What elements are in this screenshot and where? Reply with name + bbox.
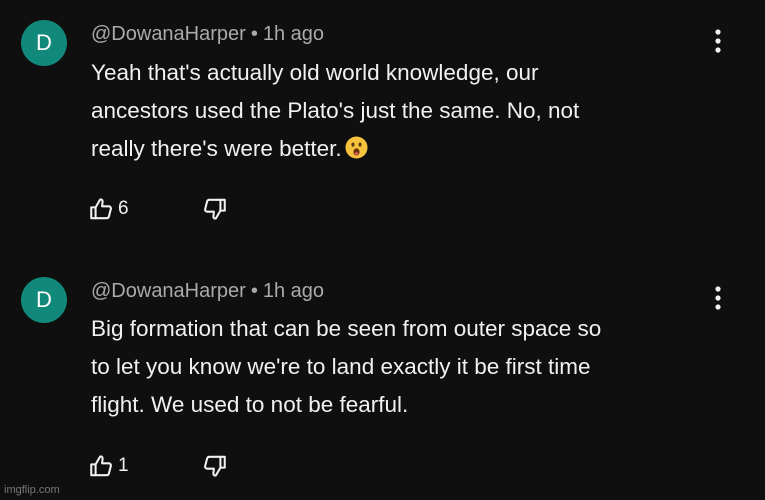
like-count: 6 xyxy=(118,198,129,219)
comment-line: ancestors used the Plato's just the same… xyxy=(91,98,580,123)
astonished-face-emoji-icon xyxy=(345,136,368,159)
dislike-button[interactable] xyxy=(202,194,228,224)
avatar-letter: D xyxy=(36,30,52,55)
avatar-letter: D xyxy=(36,287,52,312)
author-handle[interactable]: @DowanaHarper xyxy=(91,23,246,45)
thumbs-down-icon xyxy=(204,198,226,220)
more-options-button[interactable] xyxy=(706,26,730,56)
like-count: 1 xyxy=(118,455,129,476)
timestamp[interactable]: 1h ago xyxy=(263,280,324,302)
thumbs-down-icon xyxy=(204,455,226,477)
thumbs-up-icon xyxy=(90,198,112,220)
comment-line: really there's were better. xyxy=(91,136,342,161)
like-button[interactable]: 1 xyxy=(88,451,129,481)
comment-meta: @DowanaHarper • 1h ago xyxy=(91,23,324,46)
comment-line: Big formation that can be seen from oute… xyxy=(91,316,602,341)
thumbs-up-icon xyxy=(90,455,112,477)
imgflip-watermark: imgflip.com xyxy=(4,484,60,496)
comment-line: Yeah that's actually old world knowledge… xyxy=(91,60,539,85)
comment-line: flight. We used to not be fearful. xyxy=(91,392,409,417)
avatar[interactable]: D xyxy=(21,20,67,66)
dislike-button[interactable] xyxy=(202,451,228,481)
comment-line-with-emoji: really there's were better. xyxy=(91,130,731,168)
avatar[interactable]: D xyxy=(21,277,67,323)
comment-meta: @DowanaHarper • 1h ago xyxy=(91,280,324,303)
meta-separator: • xyxy=(250,23,258,45)
author-handle[interactable]: @DowanaHarper xyxy=(91,280,246,302)
more-vertical-icon xyxy=(715,29,721,53)
comment-text: Big formation that can be seen from oute… xyxy=(91,310,731,424)
more-options-button[interactable] xyxy=(706,283,730,313)
meta-separator: • xyxy=(250,280,258,302)
comment-text: Yeah that's actually old world knowledge… xyxy=(91,54,731,168)
more-vertical-icon xyxy=(715,286,721,310)
like-button[interactable]: 6 xyxy=(88,194,129,224)
timestamp[interactable]: 1h ago xyxy=(263,23,324,45)
comment-line: to let you know we're to land exactly it… xyxy=(91,354,591,379)
